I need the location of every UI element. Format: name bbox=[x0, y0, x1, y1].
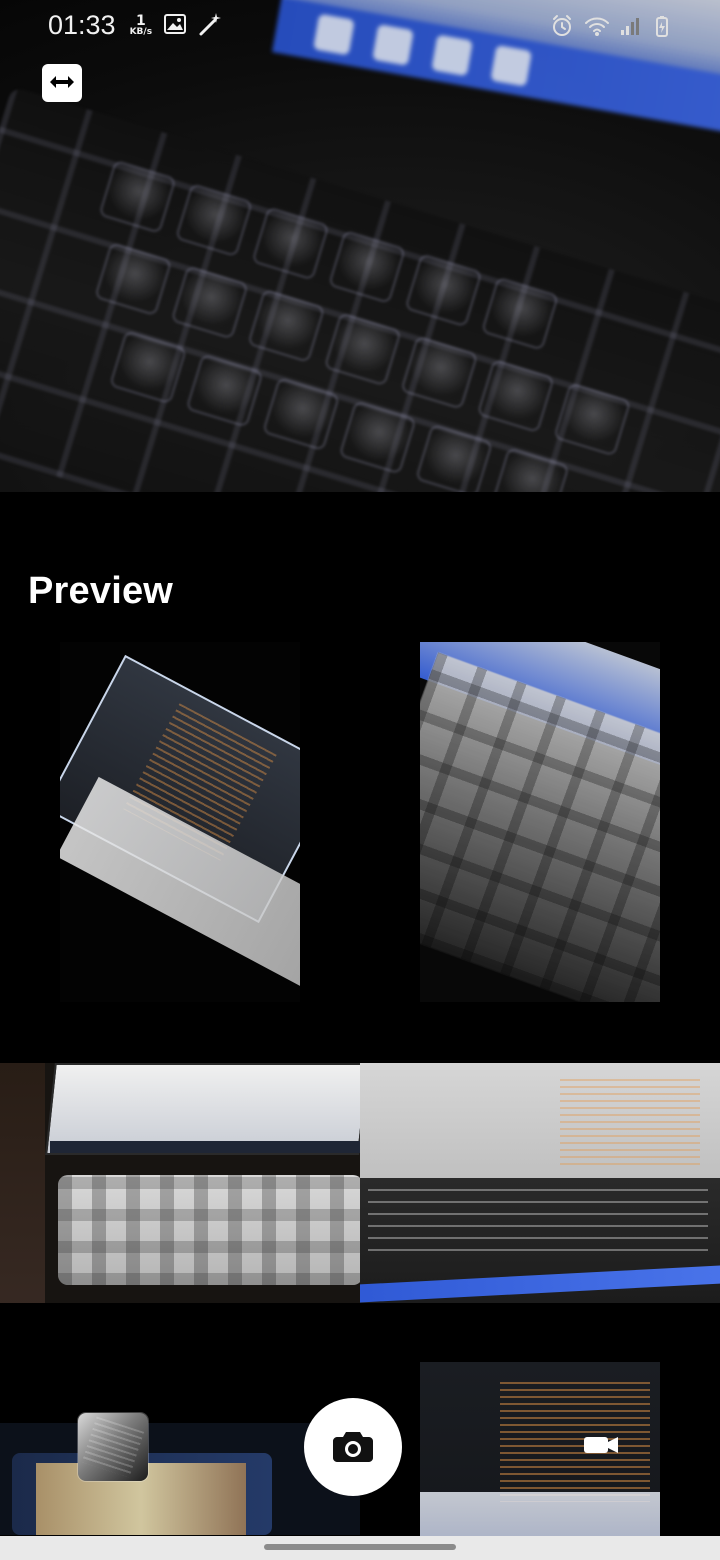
image-icon bbox=[164, 13, 187, 38]
thumbnail-key-grid bbox=[58, 1175, 360, 1285]
thumbnail-code bbox=[560, 1079, 700, 1169]
status-time: 01:33 bbox=[48, 10, 116, 40]
keyboard-key bbox=[108, 330, 188, 405]
camera-viewfinder[interactable] bbox=[0, 0, 720, 492]
keyboard-key bbox=[415, 423, 494, 492]
status-left-group: 01:33 1 KB/s bbox=[48, 10, 224, 41]
thumbnail-carpet bbox=[0, 1063, 45, 1303]
preview-thumbnail[interactable] bbox=[0, 1063, 360, 1303]
switch-camera-button[interactable] bbox=[42, 64, 82, 102]
magic-wand-icon bbox=[198, 11, 224, 41]
keyboard-key bbox=[262, 376, 341, 452]
keyboard-key bbox=[174, 183, 254, 258]
last-capture-lines bbox=[81, 1416, 145, 1478]
viewfinder-keyboard bbox=[0, 86, 720, 492]
wifi-icon bbox=[584, 15, 610, 41]
alarm-icon bbox=[550, 14, 574, 42]
keyboard-key bbox=[170, 265, 249, 340]
signal-icon bbox=[620, 16, 642, 40]
keyboard-key bbox=[404, 253, 483, 328]
status-bar: 01:33 1 KB/s bbox=[0, 0, 720, 52]
keyboard-key bbox=[491, 447, 570, 492]
preview-thumbnail[interactable] bbox=[420, 642, 660, 1002]
camera-icon bbox=[332, 1429, 374, 1466]
network-speed-unit: KB/s bbox=[129, 27, 153, 37]
status-right-group bbox=[550, 14, 672, 42]
battery-charging-icon bbox=[652, 15, 672, 41]
thumbnail-code bbox=[500, 1382, 650, 1502]
keyboard-key bbox=[247, 288, 326, 363]
thumbnail-bottom-panel bbox=[420, 1492, 660, 1536]
network-speed-value: 1 bbox=[135, 13, 146, 29]
last-capture-thumbnail[interactable] bbox=[78, 1413, 148, 1481]
preview-title: Preview bbox=[28, 570, 174, 612]
video-mode-button[interactable] bbox=[582, 1428, 622, 1464]
camera-app: 01:33 1 KB/s Preview bbox=[0, 0, 720, 1560]
keyboard-key bbox=[476, 358, 555, 434]
network-speed: 1 KB/s bbox=[130, 14, 152, 37]
thumbnail-terminal-lines bbox=[368, 1189, 708, 1259]
keyboard-key bbox=[553, 382, 632, 457]
keyboard-key bbox=[327, 229, 407, 304]
preview-thumbnail[interactable] bbox=[360, 1063, 720, 1303]
preview-thumbnail[interactable] bbox=[420, 1362, 660, 1536]
keyboard-key bbox=[98, 159, 177, 234]
thumbnail-taskbar bbox=[50, 1141, 360, 1153]
preview-thumbnail[interactable] bbox=[60, 642, 300, 1002]
shutter-button[interactable] bbox=[304, 1398, 402, 1496]
keyboard-key bbox=[185, 353, 264, 428]
switch-camera-icon bbox=[47, 73, 77, 94]
video-camera-icon bbox=[582, 1431, 622, 1462]
keyboard-key bbox=[400, 335, 479, 410]
keyboard-key bbox=[338, 400, 417, 475]
keyboard-key bbox=[94, 241, 173, 317]
keyboard-key bbox=[480, 276, 560, 351]
home-gesture-pill[interactable] bbox=[264, 1544, 456, 1550]
keyboard-key bbox=[251, 206, 330, 281]
keyboard-key bbox=[323, 312, 402, 387]
